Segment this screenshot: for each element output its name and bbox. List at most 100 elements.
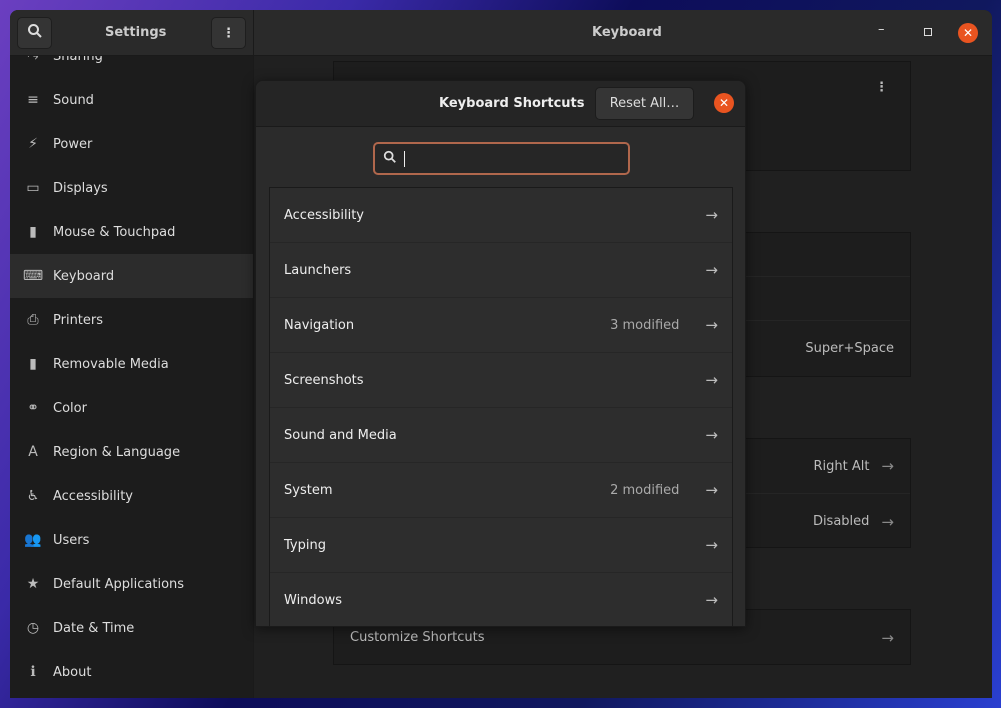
sidebar-title: Settings bbox=[105, 25, 167, 40]
shortcut-value: Super+Space bbox=[805, 341, 894, 356]
close-icon: ✕ bbox=[962, 26, 974, 40]
category-row-windows[interactable]: Windows → bbox=[270, 573, 732, 626]
modified-count: 2 modified bbox=[610, 482, 680, 498]
category-row-accessibility[interactable]: Accessibility → bbox=[270, 188, 732, 243]
keyboard-shortcuts-dialog: Keyboard Shortcuts Reset All… ✕ Accessib… bbox=[255, 80, 746, 627]
category-row-system[interactable]: System 2 modified → bbox=[270, 463, 732, 518]
category-label: System bbox=[284, 482, 333, 498]
clock-icon: ◷ bbox=[26, 620, 40, 636]
printer-icon: ⎙ bbox=[27, 312, 39, 328]
sidebar-item-keyboard[interactable]: ⌨ Keyboard bbox=[10, 254, 253, 298]
display-icon: ▭ bbox=[26, 180, 40, 196]
category-row-navigation[interactable]: Navigation 3 modified → bbox=[270, 298, 732, 353]
category-row-sound-and-media[interactable]: Sound and Media → bbox=[270, 408, 732, 463]
menu-button[interactable]: ⋮ bbox=[211, 17, 246, 49]
arrow-right-icon: → bbox=[705, 591, 718, 609]
arrow-right-icon: → bbox=[881, 628, 894, 647]
mouse-icon: ▮ bbox=[29, 224, 37, 240]
media-icon: ▮ bbox=[29, 356, 37, 372]
sidebar-item-label: Displays bbox=[53, 180, 108, 196]
sidebar: ⤳ Sharing ≡ Sound ⚡ Power ▭ Displays ▮ Mouse & To… bbox=[10, 56, 253, 698]
row-value: Right Alt bbox=[813, 458, 870, 474]
close-window-button[interactable]: ✕ bbox=[958, 23, 978, 43]
sidebar-item-label: Printers bbox=[53, 312, 104, 328]
sidebar-item-about[interactable]: ℹ About bbox=[10, 650, 253, 694]
arrow-right-icon: → bbox=[705, 536, 718, 554]
sidebar-item-color[interactable]: ⚭ Color bbox=[10, 386, 253, 430]
dialog-header: Keyboard Shortcuts Reset All… ✕ bbox=[256, 81, 745, 127]
sidebar-item-accessibility[interactable]: ♿ Accessibility bbox=[10, 474, 253, 518]
search-icon bbox=[383, 150, 397, 168]
category-list: Accessibility → Launchers → Navigation 3 modi… bbox=[269, 187, 733, 626]
modified-count: 3 modified bbox=[610, 317, 680, 333]
sidebar-item-default-applications[interactable]: ★ Default Applications bbox=[10, 562, 253, 606]
arrow-right-icon: → bbox=[705, 206, 718, 224]
arrow-right-icon: → bbox=[705, 316, 718, 334]
sidebar-item-label: Keyboard bbox=[53, 268, 115, 284]
close-dialog-button[interactable]: ✕ bbox=[714, 93, 734, 113]
keyboard-icon: ⌨ bbox=[22, 268, 44, 284]
sidebar-item-label: Region & Language bbox=[53, 444, 181, 460]
arrow-right-icon: → bbox=[705, 481, 718, 499]
sidebar-item-displays[interactable]: ▭ Displays bbox=[10, 166, 253, 210]
arrow-right-icon: → bbox=[881, 512, 894, 531]
sidebar-item-label: Users bbox=[53, 532, 90, 548]
maximize-button[interactable] bbox=[924, 28, 932, 36]
category-row-typing[interactable]: Typing → bbox=[270, 518, 732, 573]
category-label: Launchers bbox=[284, 262, 352, 278]
sidebar-item-label: Default Applications bbox=[53, 576, 185, 592]
sidebar-item-users[interactable]: 👥 Users bbox=[10, 518, 253, 562]
sidebar-item-label: Accessibility bbox=[53, 488, 133, 504]
row-value: Disabled bbox=[812, 514, 870, 529]
shortcut-search-input[interactable] bbox=[373, 142, 630, 175]
sidebar-item-label: Color bbox=[53, 400, 87, 416]
search-icon bbox=[27, 23, 43, 43]
vertical-dots-icon[interactable]: ⋮ bbox=[875, 80, 888, 95]
sidebar-item-sharing[interactable]: ⤳ Sharing bbox=[10, 56, 253, 78]
header-bar: Settings ⋮ Keyboard – ✕ bbox=[10, 10, 992, 56]
sidebar-item-mouse-touchpad[interactable]: ▮ Mouse & Touchpad bbox=[10, 210, 253, 254]
text-cursor bbox=[404, 150, 405, 167]
sidebar-item-label: Power bbox=[53, 136, 93, 152]
close-icon: ✕ bbox=[718, 96, 730, 110]
minimize-button[interactable]: – bbox=[878, 22, 885, 37]
arrow-right-icon: → bbox=[705, 371, 718, 389]
category-row-screenshots[interactable]: Screenshots → bbox=[270, 353, 732, 408]
region-icon: A bbox=[28, 444, 38, 460]
category-label: Navigation bbox=[284, 317, 355, 333]
dialog-title: Keyboard Shortcuts bbox=[439, 96, 585, 111]
sidebar-item-label: About bbox=[53, 664, 92, 680]
category-row-launchers[interactable]: Launchers → bbox=[270, 243, 732, 298]
category-label: Typing bbox=[284, 537, 326, 553]
color-icon: ⚭ bbox=[27, 400, 39, 416]
panel-title: Keyboard bbox=[592, 25, 662, 40]
category-label: Windows bbox=[284, 592, 343, 608]
users-icon: 👥 bbox=[24, 532, 42, 548]
category-label: Accessibility bbox=[284, 207, 364, 223]
category-label: Screenshots bbox=[284, 372, 364, 388]
sidebar-item-label: Mouse & Touchpad bbox=[53, 224, 176, 240]
star-icon: ★ bbox=[26, 576, 40, 592]
reset-all-button[interactable]: Reset All… bbox=[595, 87, 694, 120]
vertical-dots-icon: ⋮ bbox=[222, 25, 235, 41]
sidebar-item-label: Date & Time bbox=[53, 620, 135, 636]
sidebar-item-power[interactable]: ⚡ Power bbox=[10, 122, 253, 166]
sidebar-item-label: Sharing bbox=[53, 56, 103, 64]
sidebar-item-date-time[interactable]: ◷ Date & Time bbox=[10, 606, 253, 650]
search-button[interactable] bbox=[17, 17, 52, 49]
arrow-right-icon: → bbox=[881, 457, 894, 475]
share-icon: ⤳ bbox=[27, 56, 39, 64]
accessibility-icon: ♿ bbox=[26, 488, 40, 504]
sidebar-item-removable-media[interactable]: ▮ Removable Media bbox=[10, 342, 253, 386]
sidebar-item-region-language[interactable]: A Region & Language bbox=[10, 430, 253, 474]
sound-icon: ≡ bbox=[27, 92, 39, 108]
sidebar-item-sound[interactable]: ≡ Sound bbox=[10, 78, 253, 122]
category-label: Sound and Media bbox=[284, 427, 397, 443]
sidebar-item-label: Removable Media bbox=[53, 356, 169, 372]
arrow-right-icon: → bbox=[705, 426, 718, 444]
row-label: Customize Shortcuts bbox=[350, 630, 485, 645]
power-icon: ⚡ bbox=[28, 136, 38, 152]
info-icon: ℹ bbox=[30, 664, 36, 680]
arrow-right-icon: → bbox=[705, 261, 718, 279]
sidebar-item-printers[interactable]: ⎙ Printers bbox=[10, 298, 253, 342]
